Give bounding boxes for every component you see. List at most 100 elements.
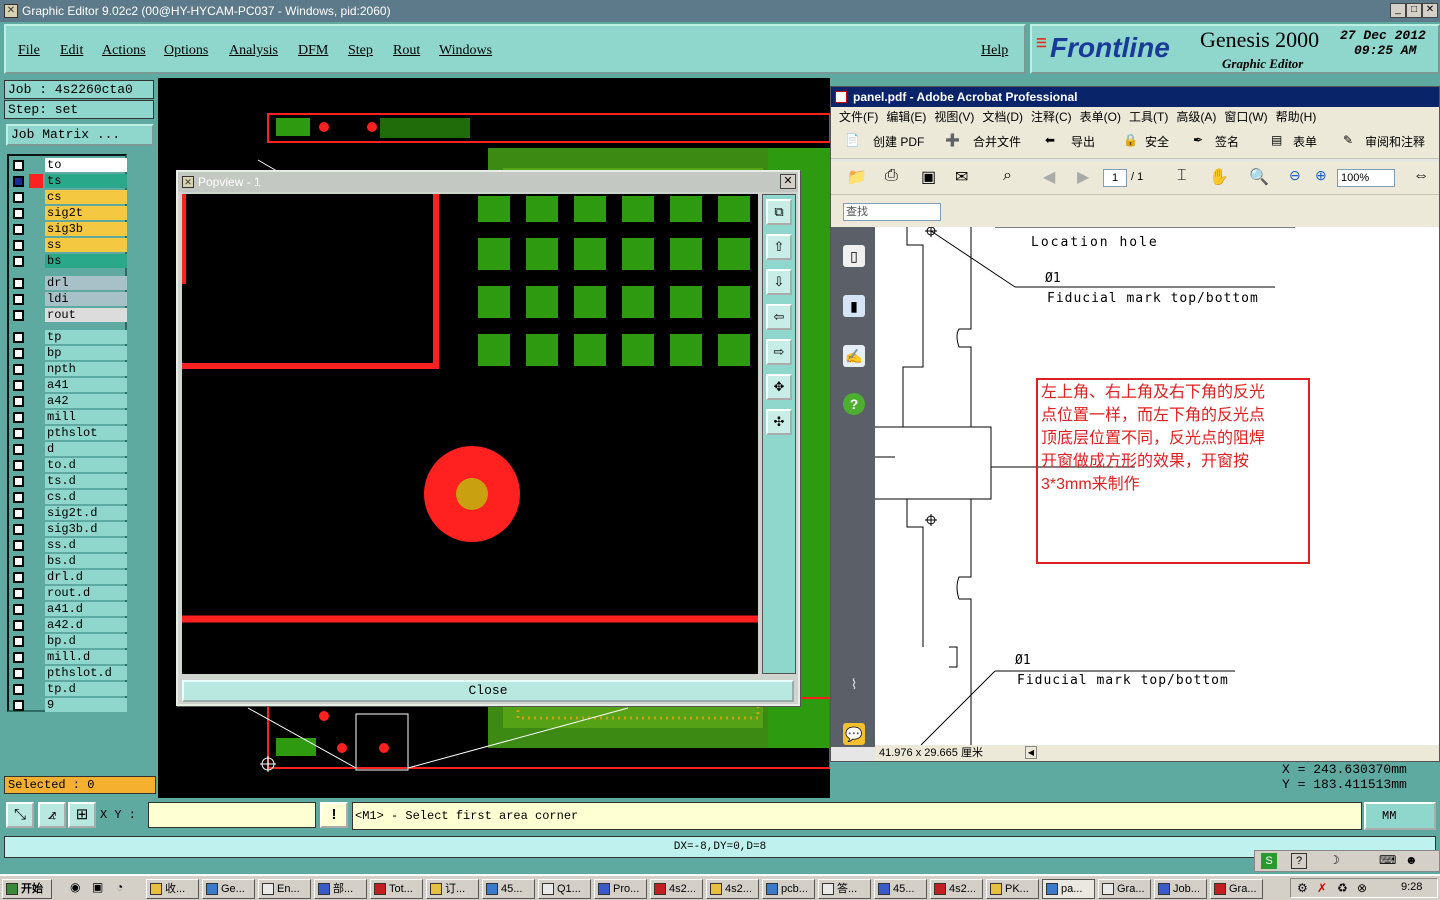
layer-row[interactable]: rout	[11, 308, 127, 323]
sign-button[interactable]: 签名	[1215, 133, 1239, 150]
layer-checkbox[interactable]	[13, 208, 24, 219]
layer-checkbox[interactable]	[13, 332, 24, 343]
layer-row[interactable]: 9	[11, 698, 127, 713]
layer-row[interactable]: bs	[11, 254, 127, 269]
page-number-input[interactable]: 1	[1103, 169, 1127, 187]
layer-row[interactable]: npth	[11, 362, 127, 377]
desktop-icon[interactable]: ▣	[92, 880, 103, 894]
menu-help[interactable]: Help	[981, 43, 1008, 59]
next-page-icon[interactable]: ▶	[1077, 167, 1089, 187]
menu-options[interactable]: Options	[164, 43, 208, 59]
find-input[interactable]: 查找	[843, 203, 941, 221]
zoom-out-icon[interactable]: ⊖	[1289, 167, 1301, 184]
layer-row[interactable]: ss	[11, 238, 127, 253]
taskbar-button[interactable]: 收...	[146, 879, 199, 899]
alert-icon[interactable]: !	[320, 802, 348, 828]
layer-row[interactable]: bs.d	[11, 554, 127, 569]
close-window-button[interactable]: ✕	[1422, 3, 1438, 18]
taskbar-button[interactable]: Tot...	[370, 879, 423, 899]
pan-right-icon[interactable]: ⇨	[766, 339, 792, 365]
layer-checkbox[interactable]	[13, 652, 24, 663]
ie-icon[interactable]: ◉	[70, 880, 80, 894]
popview-close-button[interactable]: Close	[182, 680, 794, 702]
tray-icon[interactable]: ♻	[1337, 881, 1348, 895]
menu-analysis[interactable]: Analysis	[229, 43, 278, 59]
keyboard-icon[interactable]: ⌨	[1379, 853, 1396, 867]
acrobat-menu-item[interactable]: 工具(T)	[1129, 110, 1168, 124]
layer-row[interactable]: pthslot.d	[11, 666, 127, 681]
layer-checkbox[interactable]	[13, 508, 24, 519]
layer-checkbox[interactable]	[13, 604, 24, 615]
comments-panel-icon[interactable]: 💬	[843, 723, 865, 745]
taskbar-button[interactable]: 部...	[314, 879, 367, 899]
layer-checkbox[interactable]	[13, 224, 24, 235]
taskbar-button[interactable]: pcb...	[762, 879, 815, 899]
layer-checkbox[interactable]	[13, 572, 24, 583]
layer-row[interactable]: drl	[11, 276, 127, 291]
taskbar-button[interactable]: PK...	[986, 879, 1039, 899]
layer-row[interactable]: ldi	[11, 292, 127, 307]
zoom-out-icon[interactable]: ✣	[766, 409, 792, 435]
email-icon[interactable]: ✉	[955, 167, 968, 187]
layer-row[interactable]: tp.d	[11, 682, 127, 697]
combine-button[interactable]: 合并文件	[973, 133, 1021, 150]
layer-checkbox[interactable]	[13, 364, 24, 375]
layer-row[interactable]: tp	[11, 330, 127, 345]
print-icon[interactable]: ⎙	[885, 167, 898, 185]
save-icon[interactable]: ▣	[921, 167, 936, 187]
taskbar-button[interactable]: En...	[258, 879, 311, 899]
menu-rout[interactable]: Rout	[393, 43, 420, 59]
layer-checkbox[interactable]	[13, 476, 24, 487]
job-matrix-button[interactable]: Job Matrix ...	[6, 124, 154, 146]
layer-checkbox[interactable]	[13, 588, 24, 599]
taskbar-button[interactable]: Job...	[1154, 879, 1207, 899]
create-pdf-button[interactable]: 创建 PDF	[873, 133, 924, 150]
security-button[interactable]: 安全	[1145, 133, 1169, 150]
zoom-tool-icon[interactable]: 🔍	[1249, 167, 1269, 187]
layer-row[interactable]: rout.d	[11, 586, 127, 601]
tray-icon[interactable]: ⊗	[1357, 881, 1367, 895]
maximize-button[interactable]: □	[1406, 3, 1422, 18]
layer-checkbox[interactable]	[13, 668, 24, 679]
menu-actions[interactable]: Actions	[102, 43, 146, 59]
taskbar-button[interactable]: 45...	[874, 879, 927, 899]
pdf-document[interactable]: Location hole Ø1 Fiducial mark top/botto…	[875, 227, 1439, 745]
menu-windows[interactable]: Windows	[439, 43, 492, 59]
taskbar-button[interactable]: 答...	[818, 879, 871, 899]
help-icon[interactable]: ?	[843, 393, 865, 415]
units-select[interactable]: MM	[1364, 802, 1436, 830]
user-icon[interactable]: ☻	[1405, 853, 1418, 867]
fit-page-icon[interactable]: ⇔	[1413, 167, 1429, 185]
layer-checkbox[interactable]	[13, 396, 24, 407]
taskbar-button[interactable]: 4s2...	[706, 879, 759, 899]
acrobat-menu-item[interactable]: 帮助(H)	[1276, 110, 1317, 124]
menu-edit[interactable]: Edit	[60, 43, 83, 59]
layer-checkbox[interactable]	[13, 684, 24, 695]
pan-up-icon[interactable]: ⇧	[766, 234, 792, 260]
bookmarks-panel-icon[interactable]: ▮	[843, 295, 865, 317]
s-icon[interactable]: S	[1261, 853, 1277, 869]
layer-row[interactable]: a42.d	[11, 618, 127, 633]
acrobat-menu-item[interactable]: 视图(V)	[934, 110, 974, 124]
layer-row[interactable]: cs	[11, 190, 127, 205]
clock-icon[interactable]: ◔	[116, 880, 123, 894]
layer-row[interactable]: sig3b	[11, 222, 127, 237]
zoom-fit-icon[interactable]: ⧉	[766, 199, 792, 225]
acrobat-menu-item[interactable]: 文档(D)	[982, 110, 1023, 124]
start-button[interactable]: 开始	[2, 879, 52, 899]
zoom-select[interactable]: 100%	[1337, 169, 1395, 187]
taskbar-button[interactable]: Gra...	[1098, 879, 1151, 899]
layer-checkbox[interactable]	[13, 444, 24, 455]
layer-checkbox[interactable]	[13, 192, 24, 203]
select-cursor-icon[interactable]: ⌶	[1177, 167, 1187, 185]
layer-checkbox[interactable]	[13, 460, 24, 471]
taskbar-button[interactable]: Pro...	[594, 879, 647, 899]
layer-row[interactable]: bp	[11, 346, 127, 361]
layer-checkbox[interactable]	[13, 636, 24, 647]
forms-button[interactable]: 表单	[1293, 133, 1317, 150]
zoom-in-icon[interactable]: ⊕	[1315, 167, 1327, 184]
tray-icon[interactable]: ⚙	[1297, 881, 1308, 895]
layer-row[interactable]: d	[11, 442, 127, 457]
layer-row[interactable]: drl.d	[11, 570, 127, 585]
layer-row[interactable]: a41.d	[11, 602, 127, 617]
